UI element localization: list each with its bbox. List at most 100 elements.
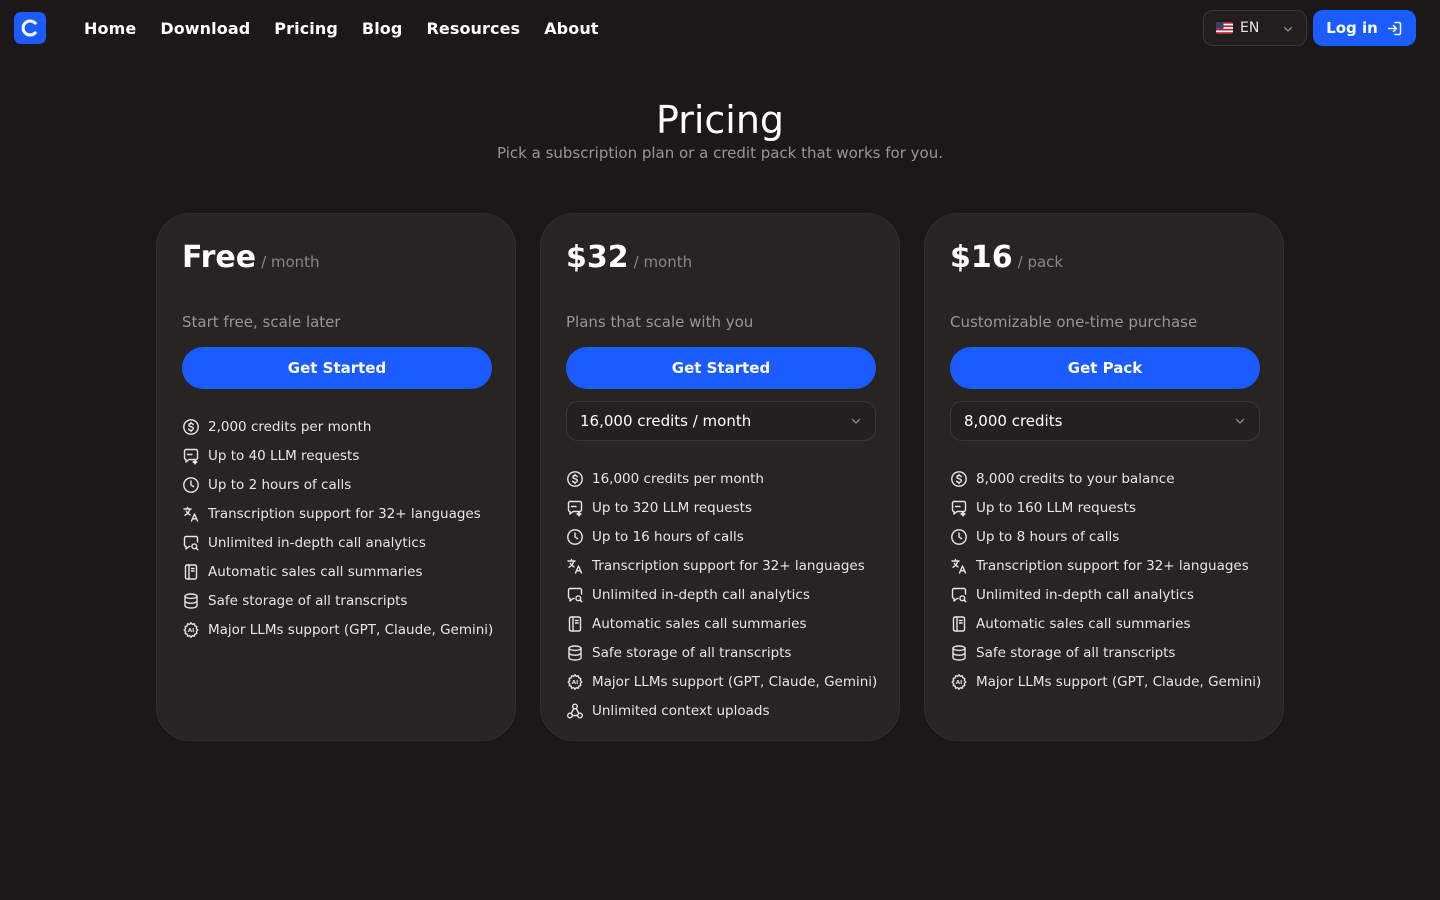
chat-search-icon bbox=[566, 586, 584, 604]
price-row: $32 / month bbox=[566, 240, 692, 275]
feature-text: Automatic sales call summaries bbox=[592, 615, 807, 632]
get-started-button[interactable]: Get Started bbox=[566, 347, 876, 389]
feature-item: Unlimited context uploads bbox=[566, 696, 877, 725]
dollar-icon bbox=[182, 418, 200, 436]
feature-list: 16,000 credits per month Up to 320 LLM re… bbox=[566, 464, 877, 725]
login-label: Log in bbox=[1326, 19, 1378, 37]
feature-text: Unlimited in-depth call analytics bbox=[976, 586, 1194, 603]
price-row: $16 / pack bbox=[950, 240, 1063, 275]
nav-link-about[interactable]: About bbox=[544, 19, 598, 38]
ai-gear-icon: AI bbox=[950, 673, 968, 691]
feature-item: Automatic sales call summaries bbox=[950, 609, 1261, 638]
feature-item: 16,000 credits per month bbox=[566, 464, 877, 493]
nav-link-blog[interactable]: Blog bbox=[362, 19, 403, 38]
translate-icon bbox=[950, 557, 968, 575]
database-icon bbox=[950, 644, 968, 662]
feature-item: Automatic sales call summaries bbox=[182, 557, 493, 586]
feature-item: AI Major LLMs support (GPT, Claude, Gemin… bbox=[182, 615, 493, 644]
feature-text: Unlimited in-depth call analytics bbox=[592, 586, 810, 603]
plan-description: Start free, scale later bbox=[182, 313, 341, 331]
nav-links: Home Download Pricing Blog Resources Abo… bbox=[84, 0, 599, 56]
feature-item: Transcription support for 32+ languages bbox=[566, 551, 877, 580]
svg-text:AI: AI bbox=[956, 680, 962, 686]
feature-text: Unlimited context uploads bbox=[592, 702, 770, 719]
feature-text: 16,000 credits per month bbox=[592, 470, 764, 487]
page-title: Pricing bbox=[655, 98, 785, 142]
feature-text: Transcription support for 32+ languages bbox=[208, 505, 481, 522]
feature-item: AI Major LLMs support (GPT, Claude, Gemin… bbox=[566, 667, 877, 696]
feature-item: Safe storage of all transcripts bbox=[182, 586, 493, 615]
chat-spark-icon bbox=[950, 499, 968, 517]
plan-price: Free bbox=[182, 240, 257, 275]
translate-icon bbox=[566, 557, 584, 575]
page-subtitle: Pick a subscription plan or a credit pac… bbox=[497, 144, 943, 162]
us-flag-icon bbox=[1216, 22, 1233, 34]
credits-select-value: 8,000 credits bbox=[964, 412, 1063, 430]
plan-period: / pack bbox=[1017, 253, 1064, 271]
feature-text: Up to 160 LLM requests bbox=[976, 499, 1136, 516]
nav-link-download[interactable]: Download bbox=[160, 19, 250, 38]
feature-item: Safe storage of all transcripts bbox=[950, 638, 1261, 667]
chat-spark-icon bbox=[182, 447, 200, 465]
notebook-icon bbox=[566, 615, 584, 633]
feature-item: Up to 8 hours of calls bbox=[950, 522, 1261, 551]
feature-text: Safe storage of all transcripts bbox=[592, 644, 792, 661]
feature-text: Up to 40 LLM requests bbox=[208, 447, 360, 464]
feature-text: 2,000 credits per month bbox=[208, 418, 372, 435]
logo[interactable] bbox=[14, 12, 46, 44]
feature-text: Safe storage of all transcripts bbox=[208, 592, 408, 609]
plan-card-monthly: $32 / month Plans that scale with you Ge… bbox=[540, 213, 900, 741]
clock-icon bbox=[950, 528, 968, 546]
feature-text: Up to 16 hours of calls bbox=[592, 528, 744, 545]
feature-text: Automatic sales call summaries bbox=[208, 563, 423, 580]
feature-text: Up to 320 LLM requests bbox=[592, 499, 752, 516]
chat-search-icon bbox=[950, 586, 968, 604]
feature-item: Automatic sales call summaries bbox=[566, 609, 877, 638]
plan-description: Plans that scale with you bbox=[566, 313, 754, 331]
svg-text:AI: AI bbox=[188, 628, 194, 634]
ai-gear-icon: AI bbox=[566, 673, 584, 691]
feature-text: Transcription support for 32+ languages bbox=[976, 557, 1249, 574]
get-started-button[interactable]: Get Started bbox=[182, 347, 492, 389]
plan-description: Customizable one-time purchase bbox=[950, 313, 1198, 331]
language-code: EN bbox=[1240, 20, 1260, 36]
top-nav: Home Download Pricing Blog Resources Abo… bbox=[0, 0, 1440, 56]
feature-text: Major LLMs support (GPT, Claude, Gemini) bbox=[592, 673, 878, 690]
feature-item: Unlimited in-depth call analytics bbox=[566, 580, 877, 609]
nav-link-pricing[interactable]: Pricing bbox=[274, 19, 338, 38]
database-icon bbox=[566, 644, 584, 662]
ai-gear-icon: AI bbox=[182, 621, 200, 639]
nav-link-home[interactable]: Home bbox=[84, 19, 136, 38]
feature-text: Major LLMs support (GPT, Claude, Gemini) bbox=[208, 621, 494, 638]
feature-item: Unlimited in-depth call analytics bbox=[950, 580, 1261, 609]
translate-icon bbox=[182, 505, 200, 523]
plan-period: / month bbox=[261, 253, 320, 271]
feature-item: Safe storage of all transcripts bbox=[566, 638, 877, 667]
clock-icon bbox=[566, 528, 584, 546]
plan-price: $32 bbox=[566, 240, 629, 275]
feature-item: 2,000 credits per month bbox=[182, 412, 493, 441]
language-selector[interactable]: EN bbox=[1203, 10, 1307, 46]
feature-item: Up to 160 LLM requests bbox=[950, 493, 1261, 522]
feature-text: Major LLMs support (GPT, Claude, Gemini) bbox=[976, 673, 1262, 690]
feature-item: Up to 2 hours of calls bbox=[182, 470, 493, 499]
feature-text: Transcription support for 32+ languages bbox=[592, 557, 865, 574]
chevron-down-icon bbox=[1235, 418, 1245, 424]
plan-card-free: Free / month Start free, scale later Get… bbox=[156, 213, 516, 741]
feature-list: 2,000 credits per month Up to 40 LLM requ… bbox=[182, 412, 493, 644]
nav-link-resources[interactable]: Resources bbox=[426, 19, 520, 38]
feature-text: Up to 8 hours of calls bbox=[976, 528, 1120, 545]
feature-text: Safe storage of all transcripts bbox=[976, 644, 1176, 661]
plan-period: / month bbox=[633, 253, 693, 271]
credits-select[interactable]: 8,000 credits bbox=[950, 401, 1260, 441]
logo-icon bbox=[21, 19, 37, 37]
feature-text: Unlimited in-depth call analytics bbox=[208, 534, 426, 551]
dollar-icon bbox=[566, 470, 584, 488]
feature-text: Automatic sales call summaries bbox=[976, 615, 1191, 632]
login-button[interactable]: Log in bbox=[1313, 10, 1416, 46]
get-pack-button[interactable]: Get Pack bbox=[950, 347, 1260, 389]
feature-item: Up to 40 LLM requests bbox=[182, 441, 493, 470]
network-icon bbox=[566, 702, 584, 720]
credits-select[interactable]: 16,000 credits / month bbox=[566, 401, 876, 441]
chevron-down-icon bbox=[851, 418, 861, 424]
